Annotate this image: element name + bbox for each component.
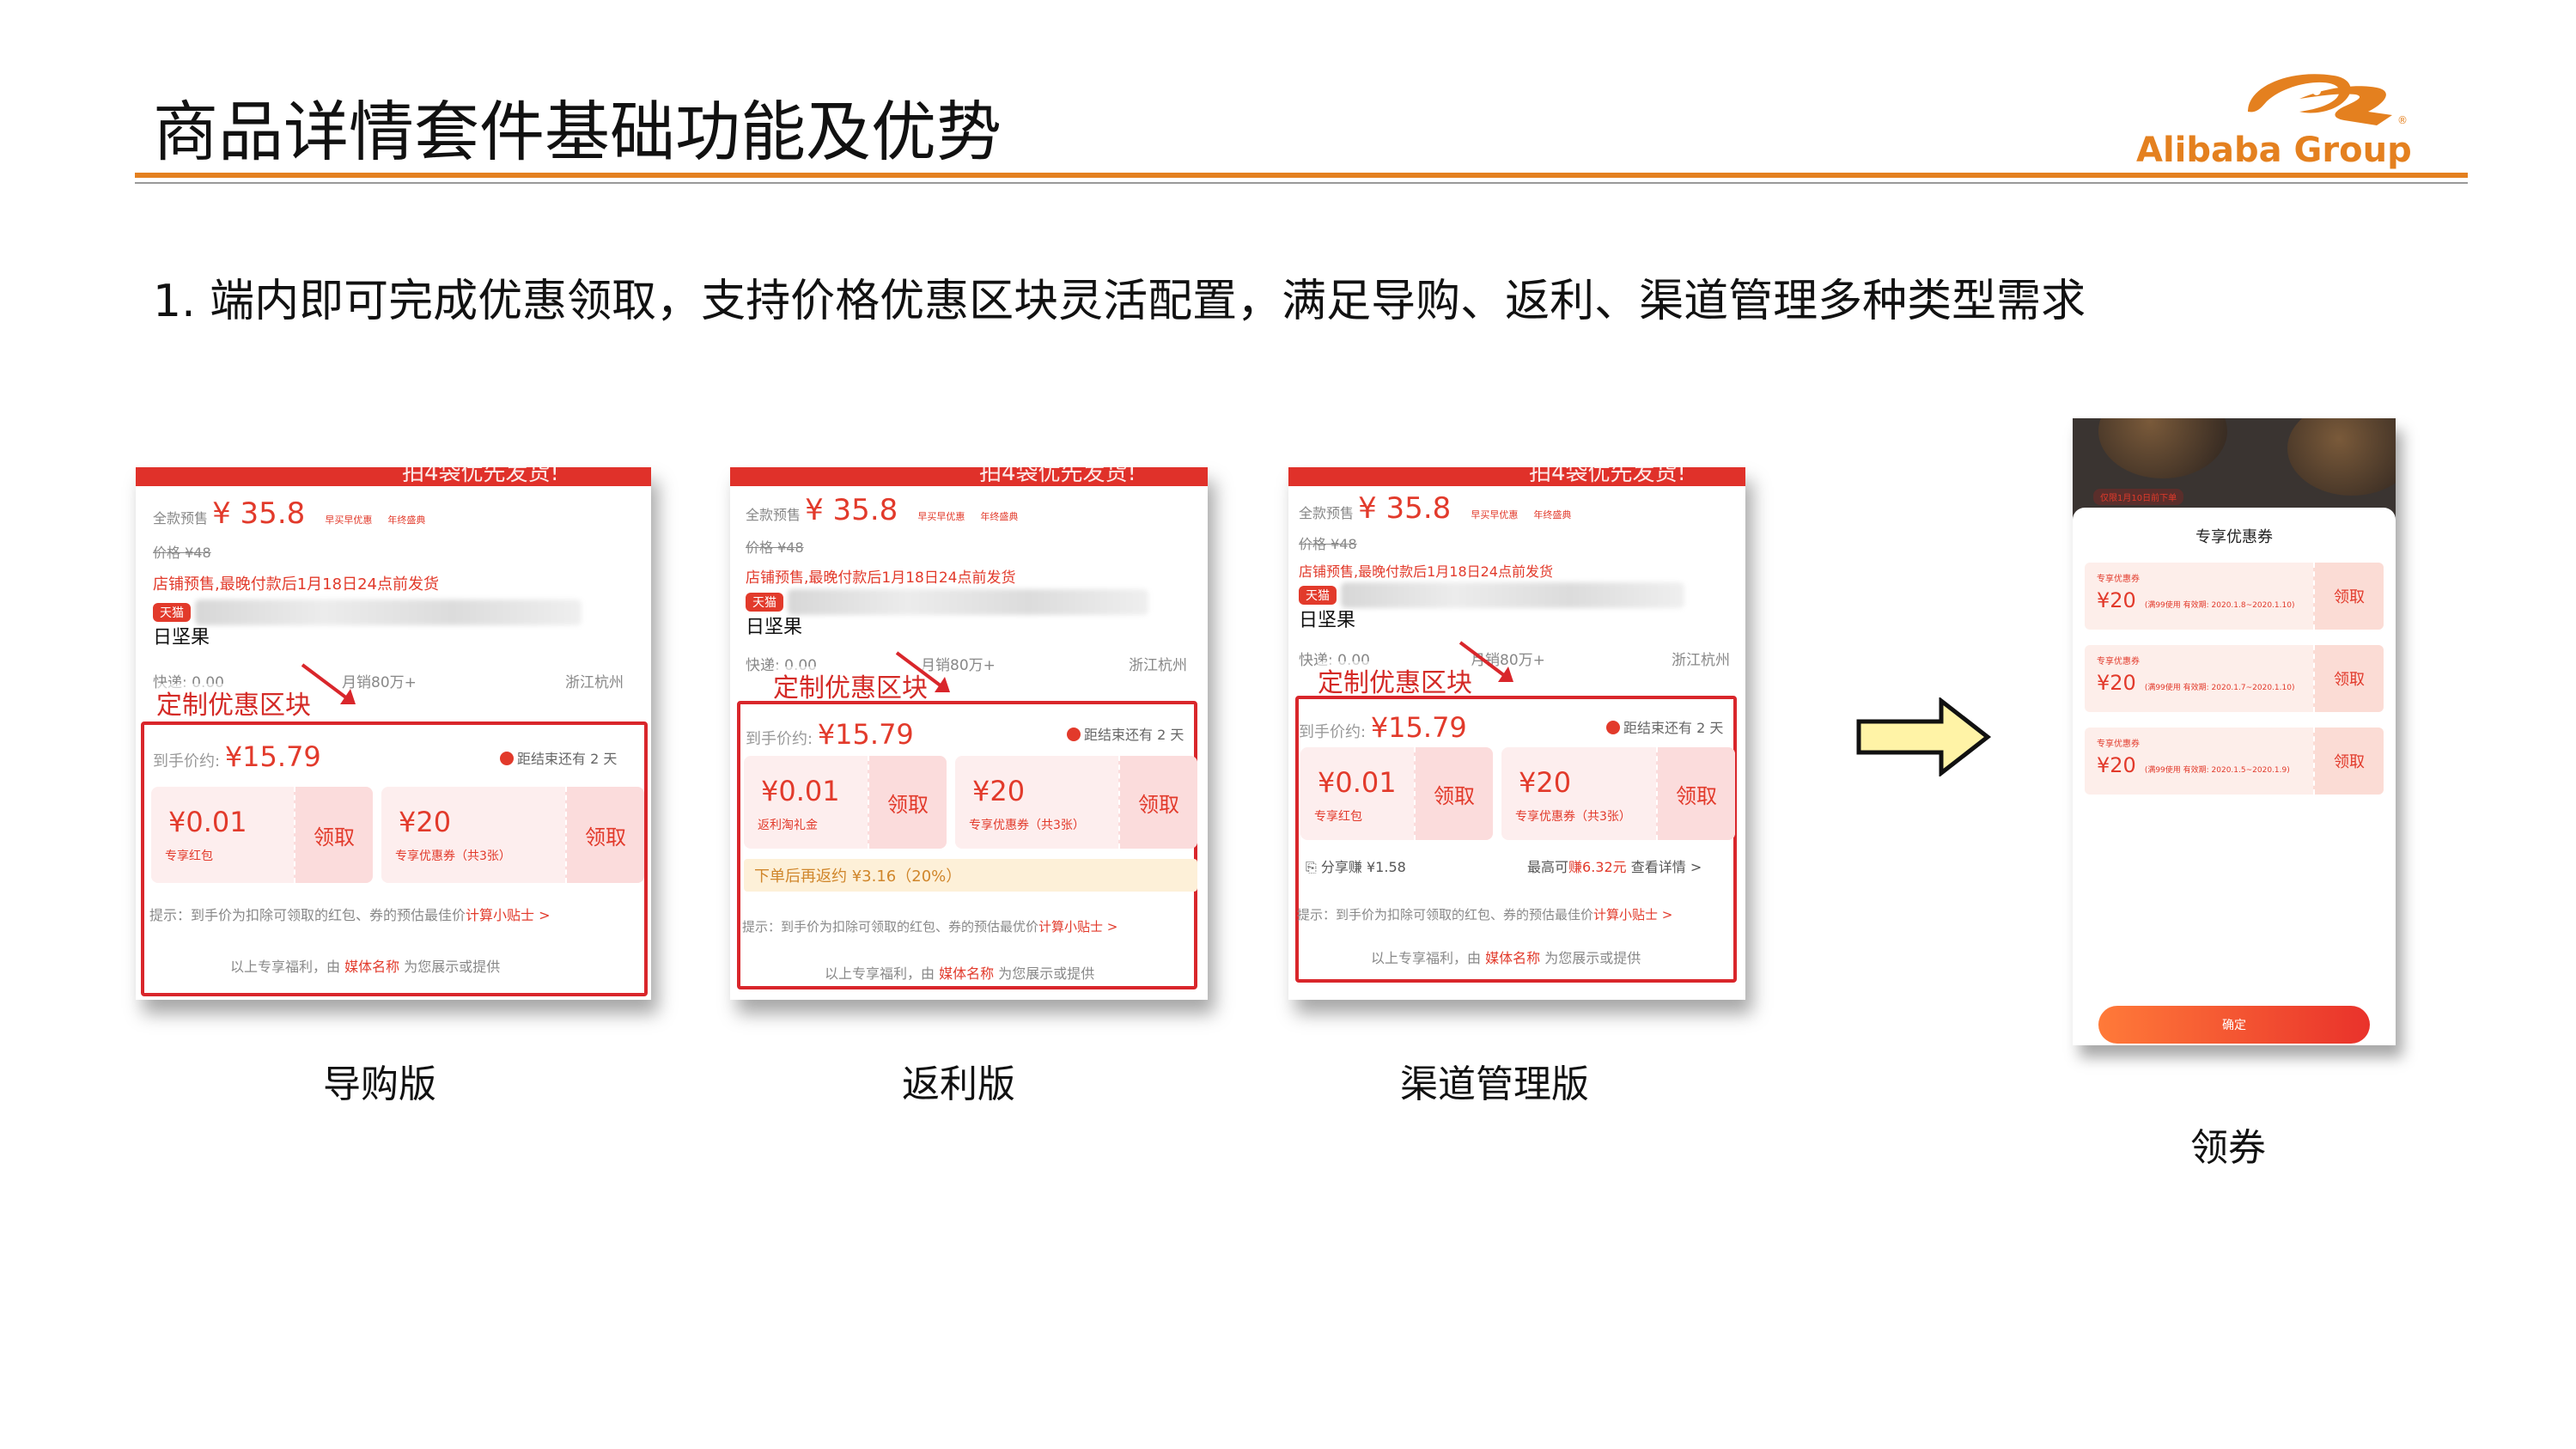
slide-title: 商品详情套件基础功能及优势 — [153, 94, 1002, 170]
shipping-notice: 店铺预售,最晚付款后1月18日24点前发货 — [1299, 563, 1553, 580]
share-earn-row: ⎘ 分享赚 ¥1.58 — [1306, 859, 1406, 875]
countdown: 距结束还有 2 天 — [1606, 716, 1723, 737]
coupon-item[interactable]: 专享优惠券 ¥20 (满99使用 有效期: 2020.1.5~2020.1.9) 领取 — [2085, 728, 2384, 795]
coupon-card-rebate-gift[interactable]: ¥0.01 返利淘礼金 领取 — [744, 756, 947, 849]
top-note: 仅限1月10日前下单 — [2093, 489, 2184, 505]
original-price: 价格 ¥48 — [153, 545, 211, 561]
original-price: 价格 ¥48 — [746, 539, 804, 556]
ship-location: 浙江杭州 — [1672, 652, 1730, 669]
blurred-product-name — [195, 600, 582, 625]
coupon-card-voucher[interactable]: ¥20 专享优惠券（共3张） 领取 — [1501, 747, 1735, 840]
clock-icon — [1606, 721, 1620, 734]
claim-button[interactable]: 领取 — [294, 787, 373, 883]
share-icon: ⎘ — [1306, 859, 1317, 875]
shipping-notice: 店铺预售,最晚付款后1月18日24点前发货 — [746, 569, 1016, 587]
alibaba-logo: ® Alibaba Group — [2119, 52, 2469, 172]
original-price: 价格 ¥48 — [1299, 536, 1357, 552]
countdown: 距结束还有 2 天 — [1067, 723, 1184, 744]
sheet-header: 专享优惠券 — [2195, 528, 2273, 546]
svg-text:®: ® — [2397, 114, 2408, 126]
presale-row: 全款预售 ¥ 35.8 早买早优惠 年终盛典 — [153, 496, 426, 531]
countdown: 距结束还有 2 天 — [500, 747, 617, 768]
calc-tips-link[interactable]: 计算小贴士 > — [1038, 919, 1117, 935]
ship-location: 浙江杭州 — [1129, 657, 1187, 674]
price-hint: 提示：到手价为扣除可领取的红包、券的预估最优价计算小贴士 > — [742, 919, 1118, 935]
claim-button[interactable]: 领取 — [1414, 747, 1493, 840]
promo-banner: 拍4袋优先发货! — [136, 467, 651, 486]
caption-claim-coupon: 领券 — [2190, 1126, 2266, 1170]
calc-tips-link[interactable]: 计算小贴士 > — [1593, 907, 1672, 922]
clock-icon — [500, 752, 514, 765]
slide-subtitle: 1. 端内即可完成优惠领取，支持价格优惠区块灵活配置，满足导购、返利、渠道管理多… — [153, 276, 2086, 327]
caption-rebate: 返利版 — [902, 1062, 1015, 1106]
title-underline — [135, 173, 2468, 178]
logo-text: Alibaba Group — [2136, 131, 2412, 170]
coupon-card-voucher[interactable]: ¥20 专享优惠券（共3张） 领取 — [381, 787, 644, 883]
claim-button[interactable]: 领取 — [1118, 756, 1197, 849]
coupon-card-redpacket[interactable]: ¥0.01 专享红包 领取 — [151, 787, 373, 883]
title-underline-thin — [135, 182, 2468, 184]
claim-button[interactable]: 领取 — [565, 787, 644, 883]
ship-location: 浙江杭州 — [565, 674, 624, 691]
claim-button[interactable]: 领取 — [2313, 645, 2384, 712]
presale-row: 全款预售 ¥ 35.8 早买早优惠 年终盛典 — [746, 493, 1019, 527]
hand-price-row: 到手价约: ¥15.79 — [1299, 711, 1467, 744]
caption-channel-management: 渠道管理版 — [1400, 1062, 1589, 1106]
presale-row: 全款预售 ¥ 35.8 早买早优惠 年终盛典 — [1299, 491, 1572, 526]
provider-note: 以上专享福利，由 媒体名称 为您展示或提供 — [825, 965, 1095, 982]
right-arrow-icon — [1856, 697, 1992, 776]
claim-button[interactable]: 领取 — [2313, 728, 2384, 795]
share-max-row[interactable]: 最高可赚6.32元 查看详情 > — [1527, 855, 1702, 876]
price-hint: 提示：到手价为扣除可领取的红包、券的预估最佳价计算小贴士 > — [1297, 907, 1673, 922]
custom-block-label: 定制优惠区块 — [1318, 661, 1472, 699]
coupon-card-voucher[interactable]: ¥20 专享优惠券（共3张） 领取 — [955, 756, 1197, 849]
coupon-sheet: 专享优惠券 专享优惠券 ¥20 (满99使用 有效期: 2020.1.8~2020.… — [2073, 508, 2396, 1045]
tmall-row: 天猫 — [746, 589, 1149, 615]
tmall-row: 天猫 — [1299, 582, 1685, 608]
screenshot-rebate: 拍4袋优先发货! 全款预售 ¥ 35.8 早买早优惠 年终盛典 价格 ¥48 店铺… — [730, 467, 1208, 1000]
hand-price-row: 到手价约: ¥15.79 — [153, 740, 321, 773]
provider-note: 以上专享福利，由 媒体名称 为您展示或提供 — [230, 959, 501, 975]
provider-note: 以上专享福利，由 媒体名称 为您展示或提供 — [1371, 950, 1641, 966]
screenshot-channel-management: 拍4袋优先发货! 全款预售 ¥ 35.8 早买早优惠 年终盛典 价格 ¥48 店铺… — [1288, 467, 1745, 1000]
calc-tips-link[interactable]: 计算小贴士 > — [466, 907, 551, 923]
shipping-notice: 店铺预售,最晚付款后1月18日24点前发货 — [153, 575, 439, 594]
claim-button[interactable]: 领取 — [1656, 747, 1735, 840]
coupon-item[interactable]: 专享优惠券 ¥20 (满99使用 有效期: 2020.1.8~2020.1.10) 领… — [2085, 563, 2384, 630]
promo-banner: 拍4袋优先发货! — [730, 467, 1208, 486]
promo-banner: 拍4袋优先发货! — [1288, 467, 1745, 486]
claim-button[interactable]: 领取 — [2313, 563, 2384, 630]
clock-icon — [1067, 728, 1081, 741]
red-arrow-icon — [1459, 641, 1513, 682]
price-hint: 提示：到手价为扣除可领取的红包、券的预估最佳价计算小贴士 > — [149, 907, 551, 923]
tmall-badge: 天猫 — [153, 602, 191, 622]
coupon-panel-screenshot: 仅限1月10日前下单 专享优惠券 专享优惠券 ¥20 (满99使用 有效期: 202… — [2073, 418, 2396, 1045]
custom-block-label: 定制优惠区块 — [156, 684, 311, 721]
claim-button[interactable]: 领取 — [868, 756, 947, 849]
tmall-row: 天猫 — [153, 600, 582, 625]
screenshot-shopping-guide: 拍4袋优先发货! 全款预售 ¥ 35.8 早买早优惠 年终盛典 价格 ¥48 店铺… — [136, 467, 651, 1000]
coupon-card-redpacket[interactable]: ¥0.01 专享红包 领取 — [1300, 747, 1493, 840]
coupon-item[interactable]: 专享优惠券 ¥20 (满99使用 有效期: 2020.1.7~2020.1.10) 领… — [2085, 645, 2384, 712]
red-arrow-icon — [895, 651, 950, 692]
rebate-bar: 下单后再返约 ¥3.16（20%） — [744, 859, 1197, 892]
hand-price-row: 到手价约: ¥15.79 — [746, 718, 914, 751]
product-name: 日坚果 — [153, 627, 210, 648]
caption-shopping-guide: 导购版 — [323, 1062, 436, 1106]
red-arrow-icon — [301, 663, 356, 704]
confirm-button[interactable]: 确定 — [2098, 1006, 2370, 1044]
product-name: 日坚果 — [746, 617, 803, 638]
product-name: 日坚果 — [1299, 610, 1356, 631]
